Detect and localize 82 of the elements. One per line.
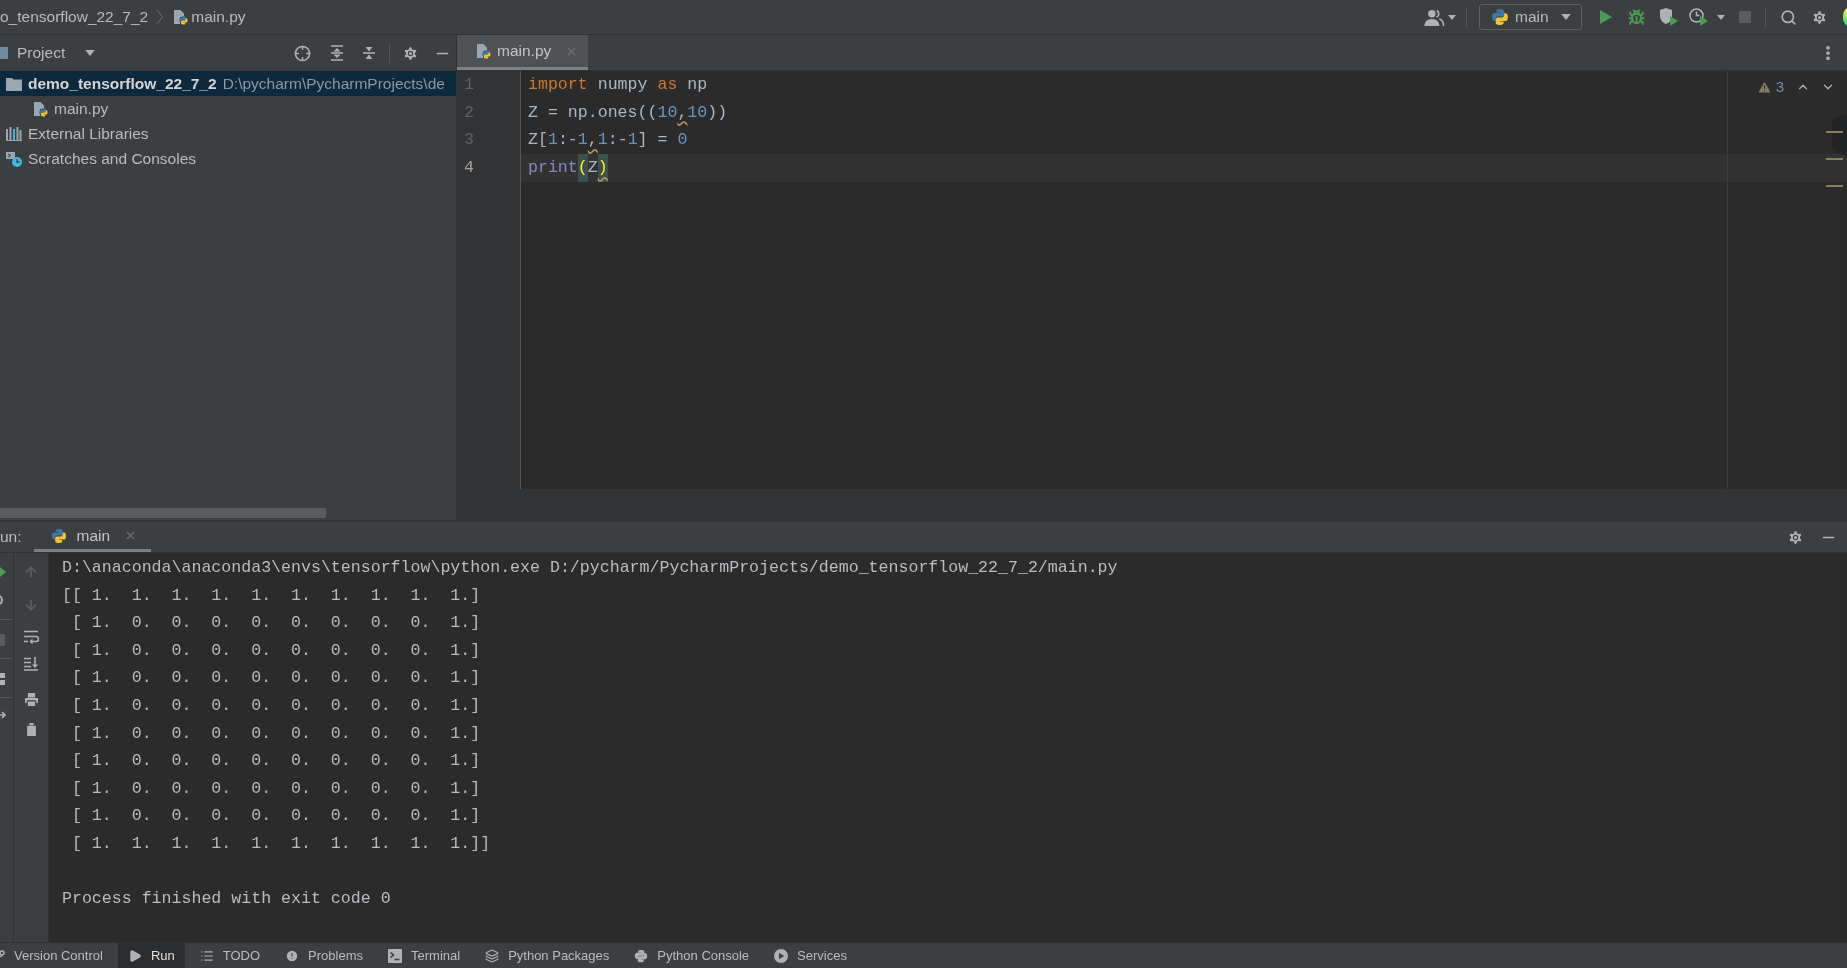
crosshair-icon[interactable] (294, 44, 311, 62)
terminal-icon (388, 948, 402, 963)
exit-message: Process finished with exit code 0 (62, 888, 391, 911)
clock-play-icon (1689, 8, 1709, 26)
settings-icon[interactable] (1787, 528, 1804, 546)
python-logo-icon (50, 527, 67, 544)
code-line: print(Z) (528, 154, 608, 182)
tool-window-button[interactable]: Terminal (378, 943, 471, 968)
project-view-dropdown[interactable]: Project (0, 41, 96, 65)
tool-window-button[interactable]: Run (117, 943, 185, 968)
tree-item[interactable]: Scratches and Consoles (0, 146, 456, 171)
editor-tab[interactable]: main.py (457, 35, 589, 70)
scrollbar-thumb[interactable] (0, 508, 326, 518)
run-configuration-dropdown[interactable]: main (1479, 4, 1582, 30)
list-icon (199, 948, 214, 963)
scratch-clock-icon (6, 150, 22, 167)
output-line: [ 1. 0. 0. 0. 0. 0. 0. 0. 0. 1.] (70, 667, 481, 690)
tree-item[interactable]: main.py (0, 96, 456, 121)
breadcrumb-item[interactable]: o_tensorflow_22_7_2 (0, 5, 149, 29)
partial-square-icon (0, 46, 8, 60)
tree-item[interactable]: demo_tensorflow_22_7_2 D:\pycharm\PycharmProjects\de (0, 71, 456, 96)
output-line: [ 1. 1. 1. 1. 1. 1. 1. 1. 1. 1.]] (70, 832, 491, 855)
play-circle-icon (774, 948, 789, 963)
output-line: [ 1. 0. 0. 0. 0. 0. 0. 0. 0. 1.] (70, 612, 481, 635)
python-logo-icon (1491, 8, 1509, 26)
partial-icon[interactable] (0, 673, 5, 685)
layers-icon (485, 948, 500, 963)
caret-icon (1717, 14, 1725, 20)
tool-window-button[interactable]: Python Packages (475, 943, 620, 968)
warning-count[interactable]: 3 (1775, 79, 1784, 95)
tool-window-button[interactable]: TODO (189, 943, 271, 968)
shield-play-icon[interactable] (1659, 8, 1679, 26)
python-logo-icon (634, 948, 649, 963)
code-line: Z[1:-1,1:-1] = 0 (528, 129, 688, 152)
caret-icon (85, 50, 96, 56)
caret-icon (1448, 14, 1456, 20)
output-line: [ 1. 0. 0. 0. 0. 0. 0. 0. 0. 1.] (70, 750, 481, 773)
chevron-right-icon (157, 10, 164, 24)
partial-icon[interactable] (0, 710, 6, 720)
user-menu-button[interactable] (1423, 8, 1456, 26)
python-file-icon (172, 9, 189, 25)
stripe-mark-icon (1826, 158, 1843, 160)
tool-window-button[interactable]: Services (764, 943, 857, 968)
output-line: [ 1. 0. 0. 0. 0. 0. 0. 0. 0. 1.] (70, 639, 481, 662)
printer-icon[interactable] (22, 691, 40, 708)
library-bars-icon (6, 126, 22, 141)
line-number: 4 (463, 157, 475, 180)
code-line: import numpy as np (528, 74, 708, 96)
run-icon[interactable] (1600, 10, 1612, 24)
command-line: D:\anaconda\anaconda3\envs\tensorflow\python.exe D:/pycharm/PycharmProjects/demo_tensorflow_22_7_2/main.py (62, 557, 1118, 579)
exclamation-circle-icon (285, 948, 300, 963)
user-silhouette-icon (1423, 8, 1445, 26)
caret-icon (1561, 14, 1571, 20)
scroll-to-end-icon[interactable] (23, 657, 39, 671)
breadcrumb-item[interactable]: main.py (172, 5, 246, 29)
partial-icon[interactable] (0, 567, 6, 577)
tool-window-button[interactable]: Python Console (624, 943, 760, 968)
output-line: [ 1. 0. 0. 0. 0. 0. 0. 0. 0. 1.] (70, 722, 481, 745)
settings-icon[interactable] (402, 44, 419, 62)
run-label: un: (0, 527, 22, 548)
tool-window-button[interactable]: Version Control (0, 943, 113, 968)
tool-window-button[interactable]: Problems (275, 943, 373, 968)
profile-menu-button[interactable] (1689, 8, 1725, 26)
stripe-mark-icon (1826, 131, 1843, 133)
bug-icon[interactable] (1628, 8, 1645, 26)
output-line: [ 1. 0. 0. 0. 0. 0. 0. 0. 0. 1.] (70, 805, 481, 828)
folder-icon (6, 76, 22, 91)
tree-item[interactable]: External Libraries (0, 121, 456, 146)
soft-wrap-icon[interactable] (23, 630, 39, 644)
python-file-icon (475, 43, 491, 59)
output-line: [[ 1. 1. 1. 1. 1. 1. 1. 1. 1. 1.] (62, 584, 481, 607)
settings-icon[interactable] (1811, 8, 1828, 26)
stripe-mark-icon (1826, 185, 1843, 187)
collapse-all-icon[interactable] (362, 45, 376, 61)
output-line: [ 1. 0. 0. 0. 0. 0. 0. 0. 0. 1.] (70, 694, 481, 717)
search-icon[interactable] (1780, 8, 1797, 26)
play-icon (127, 948, 142, 963)
python-file-icon (32, 100, 48, 117)
expand-all-icon[interactable] (330, 45, 344, 61)
output-line: [ 1. 0. 0. 0. 0. 0. 0. 0. 0. 1.] (70, 777, 481, 800)
code-line: Z = np.ones((10,10)) (528, 101, 728, 124)
warning-icon[interactable] (1756, 79, 1772, 95)
